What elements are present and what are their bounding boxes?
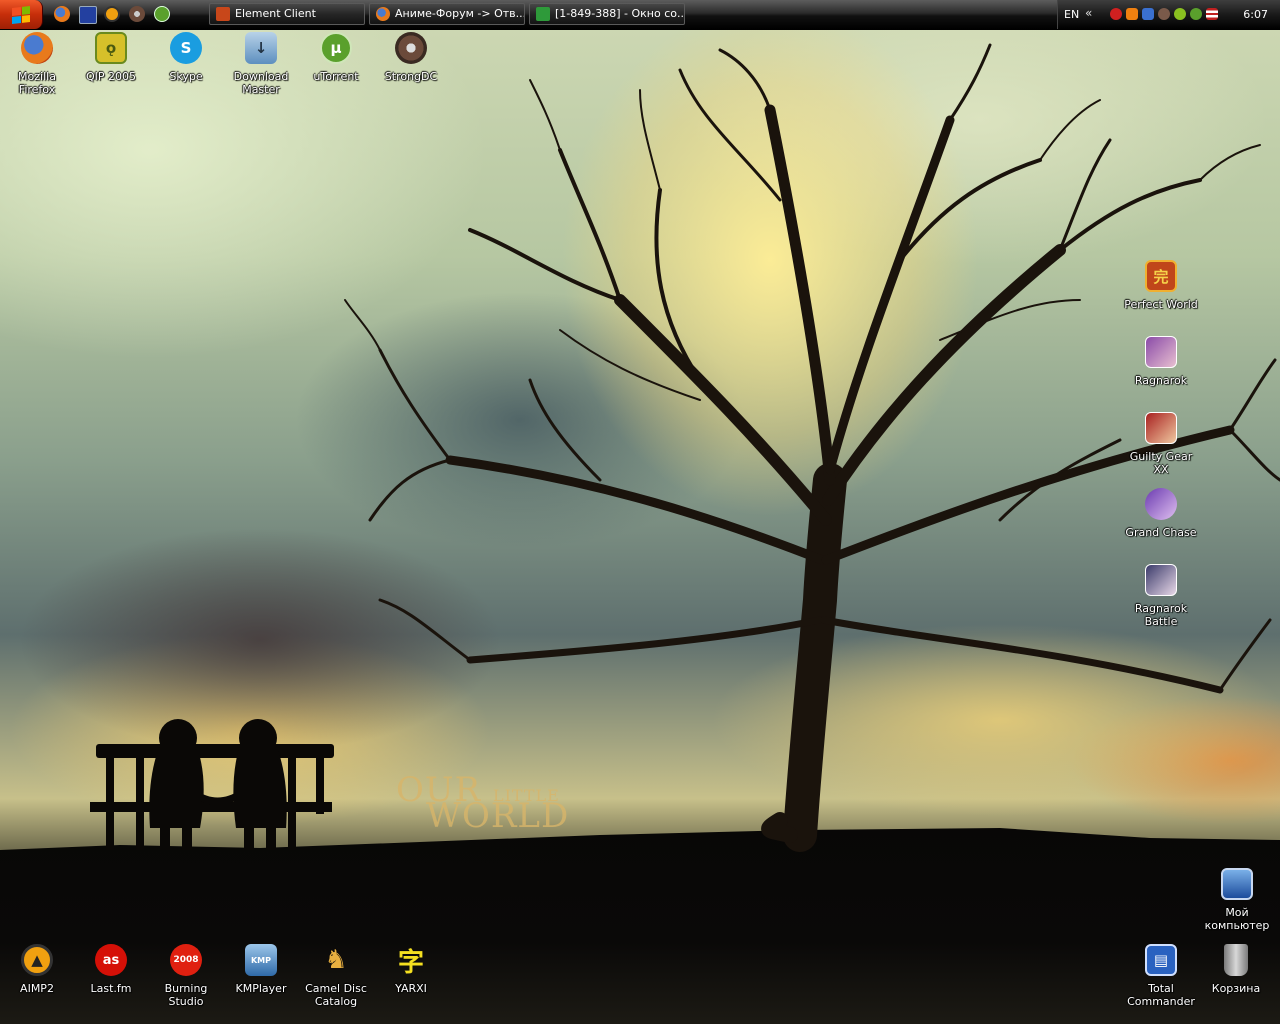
desktop-icon-perfect-world[interactable]: 完 Perfect World <box>1124 260 1198 311</box>
firefox-icon[interactable] <box>54 6 70 22</box>
guilty-gear-icon <box>1145 412 1177 444</box>
utorrent-icon: µ <box>320 32 352 64</box>
total-commander-icon: ▤ <box>1145 944 1177 976</box>
desktop-icon-utorrent[interactable]: µ uTorrent <box>299 32 373 83</box>
perfect-world-icon: 完 <box>1145 260 1177 292</box>
desktop-icon-download-master[interactable]: ↓ Download Master <box>224 32 298 96</box>
recycle-bin-icon <box>1224 944 1248 976</box>
clock[interactable]: 6:07 <box>1243 8 1268 21</box>
desktop-icon-recycle-bin[interactable]: Корзина <box>1199 944 1273 995</box>
show-hidden-icons-button[interactable]: « <box>1085 6 1092 20</box>
utorrent-icon[interactable] <box>1190 8 1202 20</box>
opera-icon[interactable] <box>1110 8 1122 20</box>
desktop-icon-grand-chase[interactable]: Grand Chase <box>1124 488 1198 539</box>
media-icon[interactable] <box>1126 8 1138 20</box>
desktop-icon-burning-studio[interactable]: 2008 Burning Studio <box>149 944 223 1008</box>
taskbar-button-element-client[interactable]: Element Client <box>209 3 365 25</box>
camel-icon: ♞ <box>324 945 348 975</box>
yarxi-icon: 字 <box>397 947 424 978</box>
desktop-icon-guilty-gear[interactable]: Guilty Gear XX <box>1124 412 1198 476</box>
desktop-icon-lastfm[interactable]: as Last.fm <box>74 944 148 995</box>
chat-window-icon <box>536 7 550 21</box>
download-master-icon: ↓ <box>245 32 277 64</box>
element-client-icon <box>216 7 230 21</box>
desktop-icon-camel-disc-catalog[interactable]: ♞ Camel Disc Catalog <box>299 944 373 1008</box>
my-computer-icon <box>1221 868 1253 900</box>
firefox-icon <box>21 32 53 64</box>
aimp-icon: ▲ <box>21 944 53 976</box>
ragnarok-battle-icon <box>1145 564 1177 596</box>
desktop-icon-my-computer[interactable]: Мой компьютер <box>1200 868 1274 932</box>
desktop-icon-aimp[interactable]: ▲ AIMP2 <box>0 944 74 995</box>
desktop-icon-firefox[interactable]: Mozilla Firefox <box>0 32 74 96</box>
kmplayer-icon: KMP <box>245 944 277 976</box>
alien-icon[interactable] <box>1174 8 1186 20</box>
network-icon[interactable] <box>1142 8 1154 20</box>
language-indicator[interactable]: EN <box>1064 8 1079 21</box>
desktop-icon-kmplayer[interactable]: KMP KMPlayer <box>224 944 298 995</box>
start-button[interactable] <box>0 0 43 29</box>
burning-studio-icon: 2008 <box>170 944 202 976</box>
desktop-icon-yarxi[interactable]: 字 YARXI <box>374 944 448 996</box>
desktop-icon-ragnarok[interactable]: Ragnarok <box>1124 336 1198 387</box>
strongdc-icon[interactable] <box>1158 8 1170 20</box>
aimp-icon[interactable] <box>104 6 120 22</box>
grand-chase-icon <box>1145 488 1177 520</box>
qip-icon: ǫ <box>95 32 127 64</box>
desktop-icon-total-commander[interactable]: ▤ Total Commander <box>1124 944 1198 1008</box>
wallpaper-title: OUR LITTLE WORLD <box>396 770 570 836</box>
taskbar-button-anime-forum[interactable]: Аниме-Форум -> Отв... <box>369 3 525 25</box>
firefox-icon <box>376 7 390 21</box>
lastfm-icon: as <box>95 944 127 976</box>
desktop-wallpaper: OUR LITTLE WORLD <box>0 0 1280 1024</box>
desktop-icon-qip[interactable]: ǫ QIP 2005 <box>74 32 148 83</box>
tree-silhouette <box>90 43 1280 852</box>
strongdc-icon <box>395 32 427 64</box>
taskbar-button-chat-window[interactable]: [1-849-388] - Окно со... <box>529 3 685 25</box>
system-tray: EN « 6:07 <box>1057 0 1280 29</box>
desktop-icon-skype[interactable]: S Skype <box>149 32 223 83</box>
flag-icon[interactable] <box>1206 8 1218 20</box>
windows-logo-icon <box>12 5 30 24</box>
strongdc-icon[interactable] <box>129 6 145 22</box>
desktop-icon-ragnarok-battle[interactable]: Ragnarok Battle <box>1124 564 1198 628</box>
utorrent-icon[interactable] <box>154 6 170 22</box>
desktop-icon-strongdc[interactable]: StrongDC <box>374 32 448 83</box>
skype-icon: S <box>170 32 202 64</box>
taskbar: Element Client Аниме-Форум -> Отв... [1-… <box>0 0 1280 30</box>
display-icon[interactable] <box>79 6 97 24</box>
ragnarok-icon <box>1145 336 1177 368</box>
